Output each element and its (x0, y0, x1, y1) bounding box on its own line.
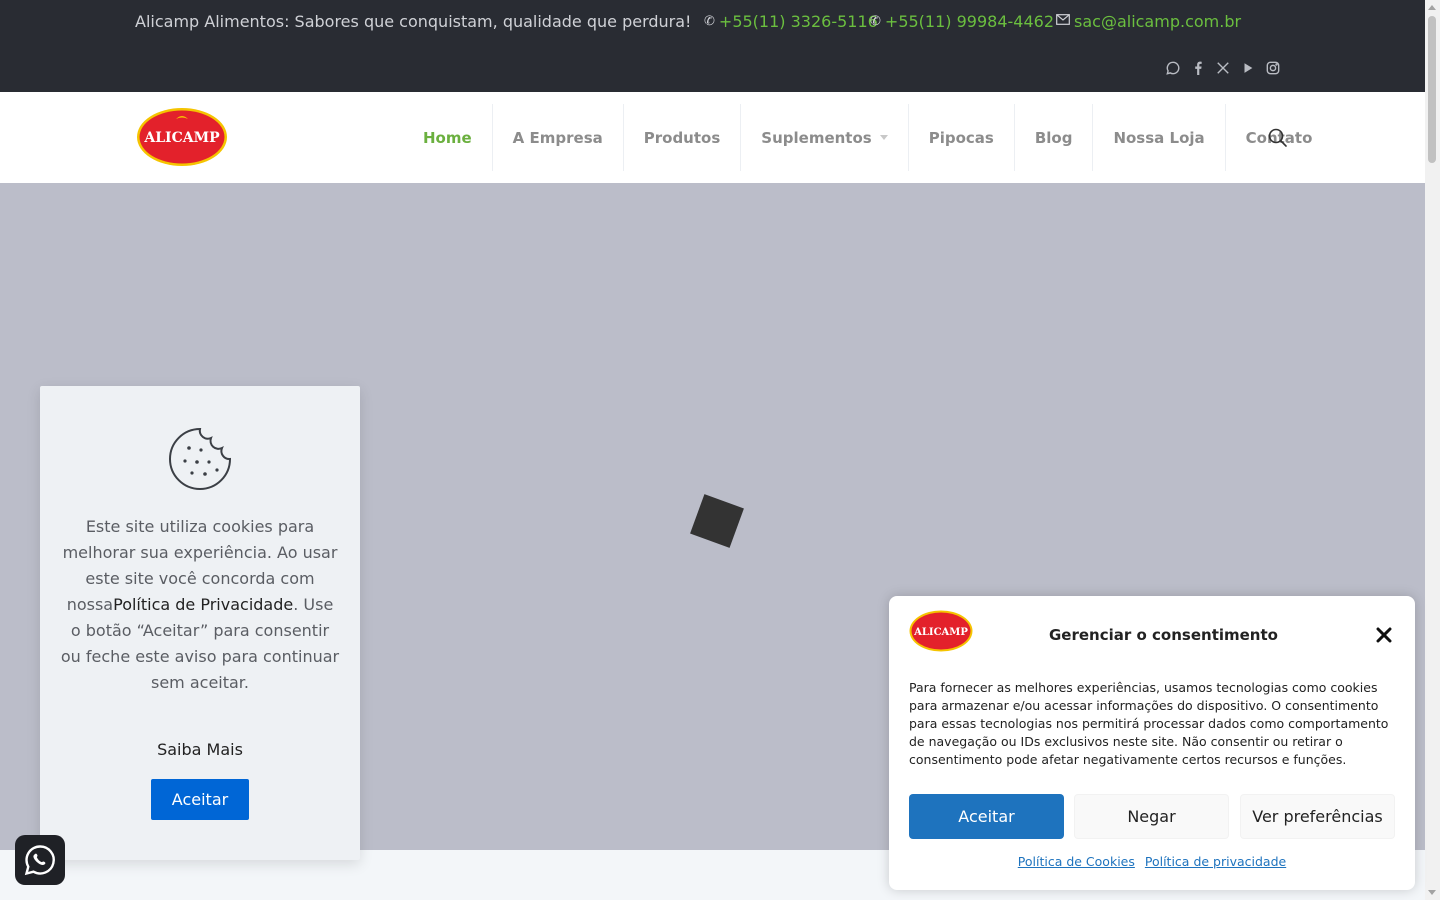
facebook-icon[interactable] (1191, 60, 1205, 76)
alicamp-logo[interactable]: ALICAMP (136, 107, 228, 167)
alicamp-logo: ALICAMP (909, 610, 973, 652)
consent-title: Gerenciar o consentimento (1049, 626, 1278, 644)
cookie-notice-text: Este site utiliza cookies para melhorar … (60, 514, 340, 696)
consent-body: Para fornecer as melhores experiências, … (909, 680, 1389, 767)
nav-produtos[interactable]: Produtos (622, 104, 741, 171)
nav-label: A Empresa (512, 128, 603, 147)
chevron-down-icon (879, 135, 888, 140)
svg-text:ALICAMP: ALICAMP (143, 130, 220, 146)
phone-link-2[interactable]: ✆ +55(11) 99984-4462 (870, 12, 1054, 31)
cookie-icon (169, 427, 232, 490)
learn-more-link[interactable]: Saiba Mais (40, 740, 360, 759)
youtube-icon[interactable] (1241, 60, 1255, 76)
cookie-accept-button[interactable]: Aceitar (151, 779, 249, 820)
nav-label: Blog (1034, 128, 1073, 147)
email-address[interactable]: sac@alicamp.com.br (1074, 12, 1241, 31)
nav-blog[interactable]: Blog (1013, 104, 1093, 171)
mail-icon (1056, 14, 1070, 29)
nav-a-empresa[interactable]: A Empresa (491, 104, 623, 171)
consent-dialog: ALICAMP Gerenciar o consentimento Para f… (889, 596, 1415, 890)
consent-policy-links: Política de Cookies Política de privacid… (889, 854, 1415, 869)
privacy-policy-link[interactable]: Política de privacidade (1145, 854, 1286, 869)
close-icon[interactable] (1375, 626, 1393, 644)
social-links (1166, 60, 1280, 76)
site-header: ALICAMP Home A Empresa Produtos Suplemen… (0, 92, 1425, 183)
instagram-icon[interactable] (1266, 60, 1280, 76)
nav-suplementos[interactable]: Suplementos (740, 104, 907, 171)
phone-number-1[interactable]: +55(11) 3326-5116 (719, 12, 878, 31)
page-scrollbar[interactable] (1425, 0, 1440, 900)
consent-preferences-button[interactable]: Ver preferências (1240, 794, 1395, 839)
nav-label: Pipocas (928, 128, 994, 147)
consent-deny-button[interactable]: Negar (1074, 794, 1229, 839)
email-link[interactable]: sac@alicamp.com.br (1056, 12, 1241, 31)
main-nav: Home A Empresa Produtos Suplementos Pipo… (403, 104, 1332, 171)
nav-home[interactable]: Home (403, 104, 492, 171)
scroll-down-icon[interactable] (1428, 890, 1436, 895)
phone-number-2[interactable]: +55(11) 99984-4462 (885, 12, 1054, 31)
nav-label: Nossa Loja (1113, 128, 1205, 147)
top-bar: Alicamp Alimentos: Sabores que conquista… (0, 0, 1425, 92)
svg-text:ALICAMP: ALICAMP (913, 627, 968, 638)
x-icon[interactable] (1216, 60, 1230, 76)
consent-accept-button[interactable]: Aceitar (909, 794, 1064, 839)
phone-link-1[interactable]: ✆ +55(11) 3326-5116 (704, 12, 878, 31)
phone-icon: ✆ (704, 14, 715, 29)
nav-label: Produtos (643, 128, 721, 147)
nav-pipocas[interactable]: Pipocas (907, 104, 1014, 171)
whatsapp-icon[interactable] (1166, 60, 1180, 76)
scroll-up-icon[interactable] (1428, 5, 1436, 10)
nav-label: Home (423, 128, 472, 147)
tagline: Alicamp Alimentos: Sabores que conquista… (135, 12, 692, 31)
whatsapp-chat-button[interactable] (15, 835, 65, 885)
privacy-policy-link[interactable]: Política de Privacidade (113, 595, 293, 614)
whatsapp-icon (24, 845, 55, 876)
phone-icon: ✆ (870, 14, 881, 29)
search-icon[interactable] (1267, 127, 1289, 149)
cookie-policy-link[interactable]: Política de Cookies (1018, 854, 1135, 869)
nav-nossa-loja[interactable]: Nossa Loja (1092, 104, 1224, 171)
nav-label: Suplementos (761, 128, 872, 147)
scrollbar-thumb[interactable] (1428, 16, 1436, 163)
